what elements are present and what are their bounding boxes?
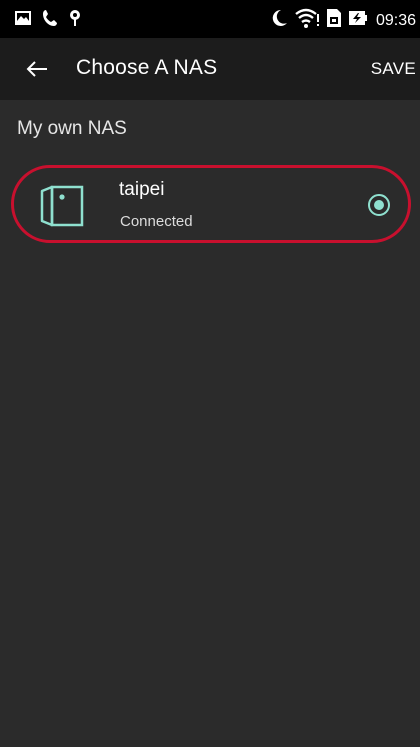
sim-icon [326, 8, 342, 33]
notification-image-icon [14, 10, 32, 31]
wifi-icon [294, 8, 320, 33]
nas-device-icon [38, 183, 88, 229]
page-title: Choose A NAS [76, 56, 218, 79]
radio-selected-dot [374, 200, 384, 210]
section-header: My own NAS [17, 118, 127, 139]
location-pin-icon [68, 9, 82, 32]
selected-radio-button[interactable] [368, 194, 390, 216]
save-button[interactable]: SAVE [371, 59, 416, 79]
nas-name: taipei [119, 179, 165, 200]
back-button[interactable] [22, 54, 52, 84]
arrow-back-icon [26, 61, 47, 77]
phone-icon [42, 9, 58, 32]
status-left-icons [14, 9, 82, 32]
battery-charging-icon [348, 10, 368, 31]
status-bar: 09:36 [0, 0, 420, 38]
app-screen: 09:36 Choose A NAS SAVE My own NAS taipe… [0, 0, 420, 747]
status-time: 09:36 [375, 11, 416, 29]
app-toolbar: Choose A NAS SAVE [0, 38, 420, 100]
nas-list-item[interactable]: taipei Connected [11, 165, 411, 243]
nas-status: Connected [120, 213, 193, 230]
do-not-disturb-moon-icon [270, 8, 288, 33]
status-right-icons: 09:36 [270, 8, 416, 33]
